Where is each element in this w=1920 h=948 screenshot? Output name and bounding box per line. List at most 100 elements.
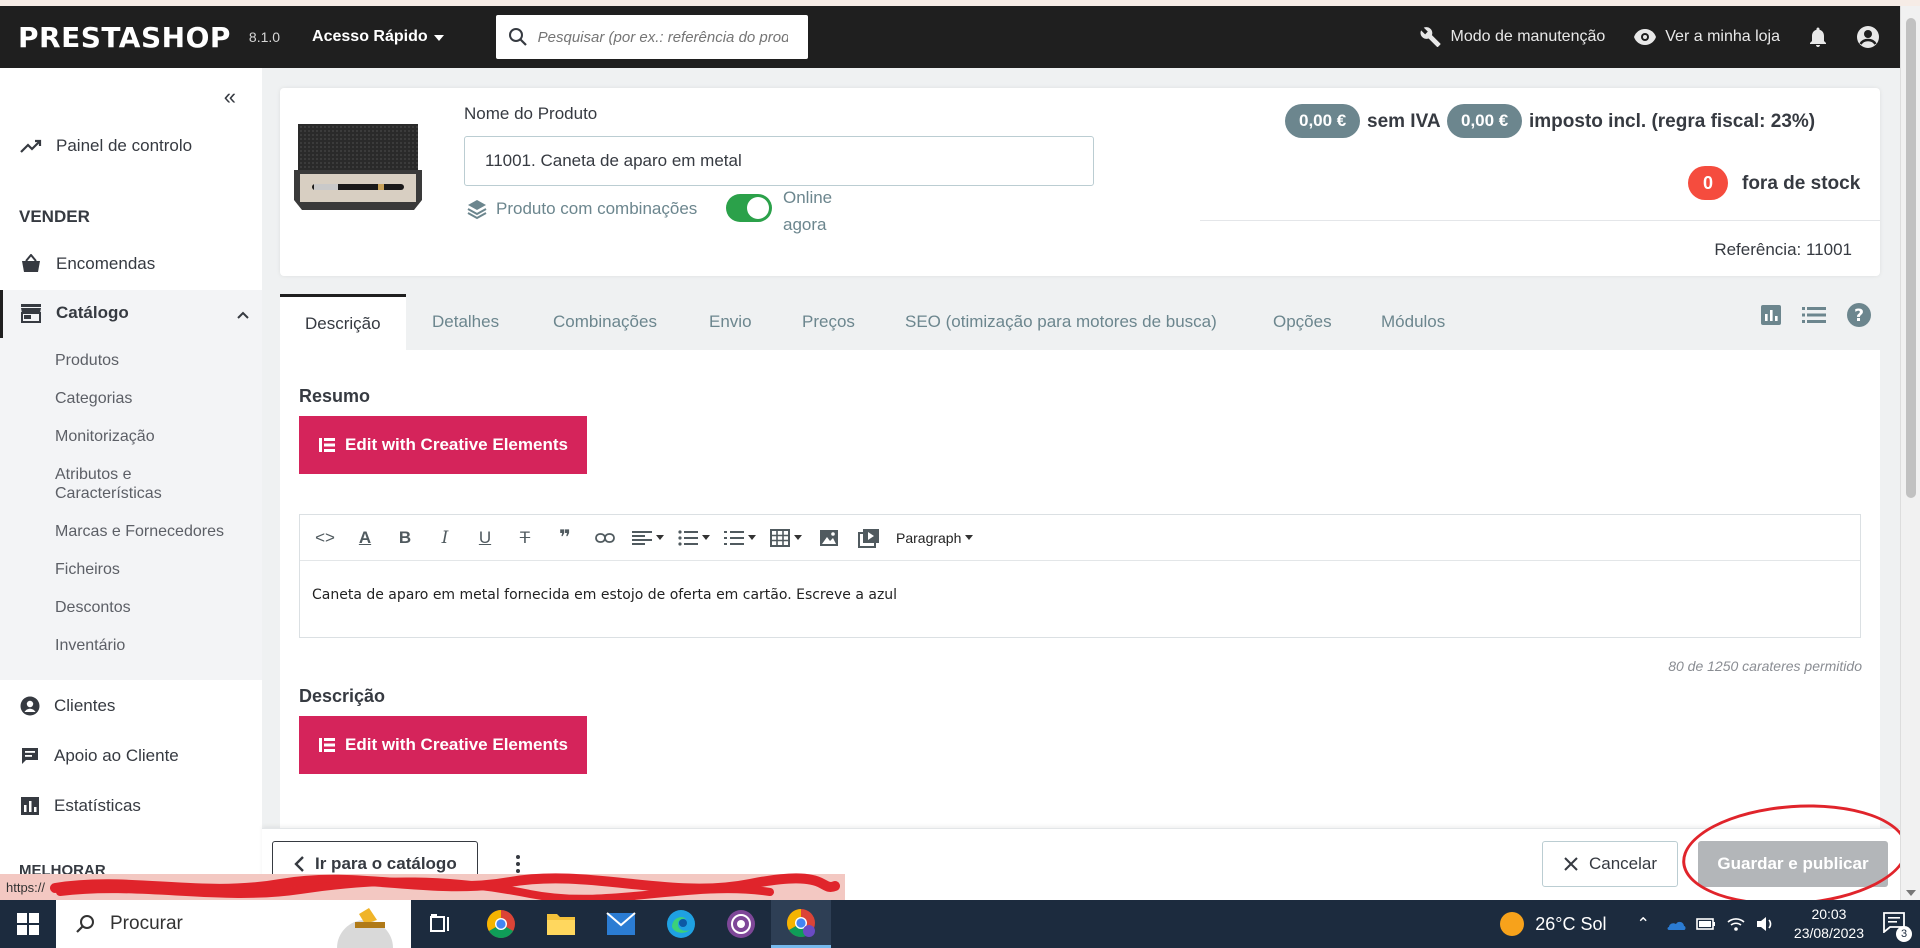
caret-down-icon xyxy=(433,35,444,41)
volume-icon[interactable] xyxy=(1756,916,1776,932)
italic-icon[interactable]: I xyxy=(432,525,458,551)
product-combinations-link[interactable]: Produto com combinações xyxy=(466,198,697,220)
chevron-up-icon[interactable] xyxy=(236,310,250,320)
ce-button-label: Edit with Creative Elements xyxy=(345,735,568,754)
paragraph-label: Paragraph xyxy=(896,529,962,546)
scroll-down-icon[interactable] xyxy=(1906,890,1916,896)
taskbar-file-explorer[interactable] xyxy=(531,900,591,948)
price-incl-label: imposto incl. (regra fiscal: 23%) xyxy=(1529,111,1816,132)
search-input[interactable] xyxy=(537,28,788,46)
taskbar-clock[interactable]: 20:03 23/08/2023 xyxy=(1794,905,1864,943)
tab-seo[interactable]: SEO (otimização para motores de busca) xyxy=(905,294,1217,350)
notification-center-button[interactable]: 3 xyxy=(1882,911,1912,942)
text-color-icon[interactable]: A xyxy=(352,525,378,551)
taskbar-search-box[interactable]: Procurar xyxy=(56,900,411,948)
bullet-list-icon xyxy=(678,529,698,546)
quick-access-menu[interactable]: Acesso Rápido xyxy=(312,28,444,46)
sidebar-item-orders[interactable]: Encomendas xyxy=(20,254,155,274)
editor-toolbar: <> A B I U T ❞ Paragraph xyxy=(300,515,1860,561)
image-icon[interactable] xyxy=(816,525,842,551)
submenu-brands[interactable]: Marcas e Fornecedores xyxy=(55,522,224,541)
price-incl-badge[interactable]: 0,00 € xyxy=(1447,104,1523,138)
search-highlight-graphic xyxy=(337,908,393,948)
edit-creative-elements-description-button[interactable]: Edit with Creative Elements xyxy=(299,716,587,774)
stats-icon[interactable] xyxy=(1760,304,1782,326)
top-header: PRESTASHOP 8.1.0 Acesso Rápido Modo de m… xyxy=(0,6,1900,68)
onedrive-icon[interactable] xyxy=(1664,917,1686,931)
save-and-publish-button[interactable]: Guardar e publicar xyxy=(1698,841,1888,887)
sidebar-item-dashboard[interactable]: Painel de controlo xyxy=(20,136,192,156)
submenu-categories[interactable]: Categorias xyxy=(55,389,132,408)
submenu-discounts[interactable]: Descontos xyxy=(55,598,131,617)
submenu-attributes[interactable]: Atributos e Características xyxy=(55,465,205,503)
wifi-icon[interactable] xyxy=(1726,916,1746,932)
start-button[interactable] xyxy=(0,900,56,948)
list-icon[interactable] xyxy=(1802,306,1826,324)
submenu-monitoring[interactable]: Monitorização xyxy=(55,427,155,446)
chrome-icon xyxy=(487,910,515,938)
strikethrough-icon[interactable]: T xyxy=(512,525,538,551)
help-icon[interactable]: ? xyxy=(1846,302,1872,328)
scrollbar-thumb[interactable] xyxy=(1906,18,1916,498)
cancel-button[interactable]: Cancelar xyxy=(1542,841,1679,887)
paragraph-format-dropdown[interactable]: Paragraph xyxy=(896,529,974,546)
tab-details[interactable]: Detalhes xyxy=(432,294,499,350)
sidebar-item-catalog[interactable]: Catálogo xyxy=(20,303,129,323)
link-icon[interactable] xyxy=(592,525,618,551)
blockquote-icon[interactable]: ❞ xyxy=(552,525,578,551)
summary-editor: <> A B I U T ❞ Paragraph Caneta de aparo… xyxy=(299,514,1861,638)
bold-icon[interactable]: B xyxy=(392,525,418,551)
maintenance-link[interactable]: Modo de manutenção xyxy=(1420,26,1605,48)
prestashop-logo[interactable]: PRESTASHOP xyxy=(18,21,231,54)
price-excl-badge[interactable]: 0,00 € xyxy=(1285,104,1361,138)
underline-icon[interactable]: U xyxy=(472,525,498,551)
media-icon[interactable] xyxy=(856,525,882,551)
store-icon xyxy=(21,304,41,323)
caret-down-icon xyxy=(965,535,974,540)
taskbar-chrome-active[interactable] xyxy=(771,900,831,948)
taskbar-tor-browser[interactable] xyxy=(711,900,771,948)
account-icon[interactable] xyxy=(1856,25,1880,49)
numbered-list-dropdown[interactable] xyxy=(724,530,756,546)
submenu-products[interactable]: Produtos xyxy=(55,351,119,370)
sidebar: « Painel de controlo VENDER Encomendas C… xyxy=(0,68,262,900)
tab-combinations[interactable]: Combinações xyxy=(553,294,657,350)
sidebar-item-support[interactable]: Apoio ao Cliente xyxy=(20,746,179,766)
taskbar-edge[interactable] xyxy=(651,900,711,948)
align-dropdown[interactable] xyxy=(632,530,664,546)
chevron-up-icon[interactable]: ⌃ xyxy=(1637,914,1650,934)
bell-icon[interactable] xyxy=(1808,26,1828,48)
tab-description[interactable]: Descrição xyxy=(280,294,406,350)
maintenance-label: Modo de manutenção xyxy=(1450,28,1606,45)
source-code-icon[interactable]: <> xyxy=(312,525,338,551)
collapse-sidebar-icon[interactable]: « xyxy=(224,84,236,110)
task-view-button[interactable] xyxy=(411,900,471,948)
edit-creative-elements-summary-button[interactable]: Edit with Creative Elements xyxy=(299,416,587,474)
sidebar-item-stats[interactable]: Estatísticas xyxy=(20,796,141,816)
product-name-input[interactable] xyxy=(464,136,1094,186)
product-thumbnail[interactable] xyxy=(292,118,424,216)
sidebar-item-customers[interactable]: Clientes xyxy=(20,696,115,716)
bullet-list-dropdown[interactable] xyxy=(678,529,710,546)
tab-pricing[interactable]: Preços xyxy=(802,294,855,350)
search-box[interactable] xyxy=(495,15,808,59)
page-scrollbar[interactable] xyxy=(1900,6,1920,900)
tab-modules[interactable]: Módulos xyxy=(1381,294,1445,350)
align-left-icon xyxy=(632,530,652,545)
battery-icon[interactable] xyxy=(1696,917,1716,931)
taskbar-mail[interactable] xyxy=(591,900,651,948)
online-toggle[interactable] xyxy=(726,194,772,222)
submenu-inventory[interactable]: Inventário xyxy=(55,636,125,655)
view-store-link[interactable]: Ver a minha loja xyxy=(1633,28,1780,46)
more-options-icon[interactable] xyxy=(516,855,520,873)
tab-options[interactable]: Opções xyxy=(1273,294,1332,350)
table-dropdown[interactable] xyxy=(770,528,802,547)
submenu-files[interactable]: Ficheiros xyxy=(55,560,120,579)
weather-label[interactable]: 26°C Sol xyxy=(1535,914,1606,935)
tab-shipping[interactable]: Envio xyxy=(709,294,752,350)
product-header-card: Nome do Produto Produto com combinações … xyxy=(280,88,1880,276)
stock-badge[interactable]: 0 xyxy=(1688,166,1728,200)
wrench-icon xyxy=(1420,27,1442,47)
taskbar-chrome[interactable] xyxy=(471,900,531,948)
summary-text[interactable]: Caneta de aparo em metal fornecida em es… xyxy=(300,561,1860,629)
